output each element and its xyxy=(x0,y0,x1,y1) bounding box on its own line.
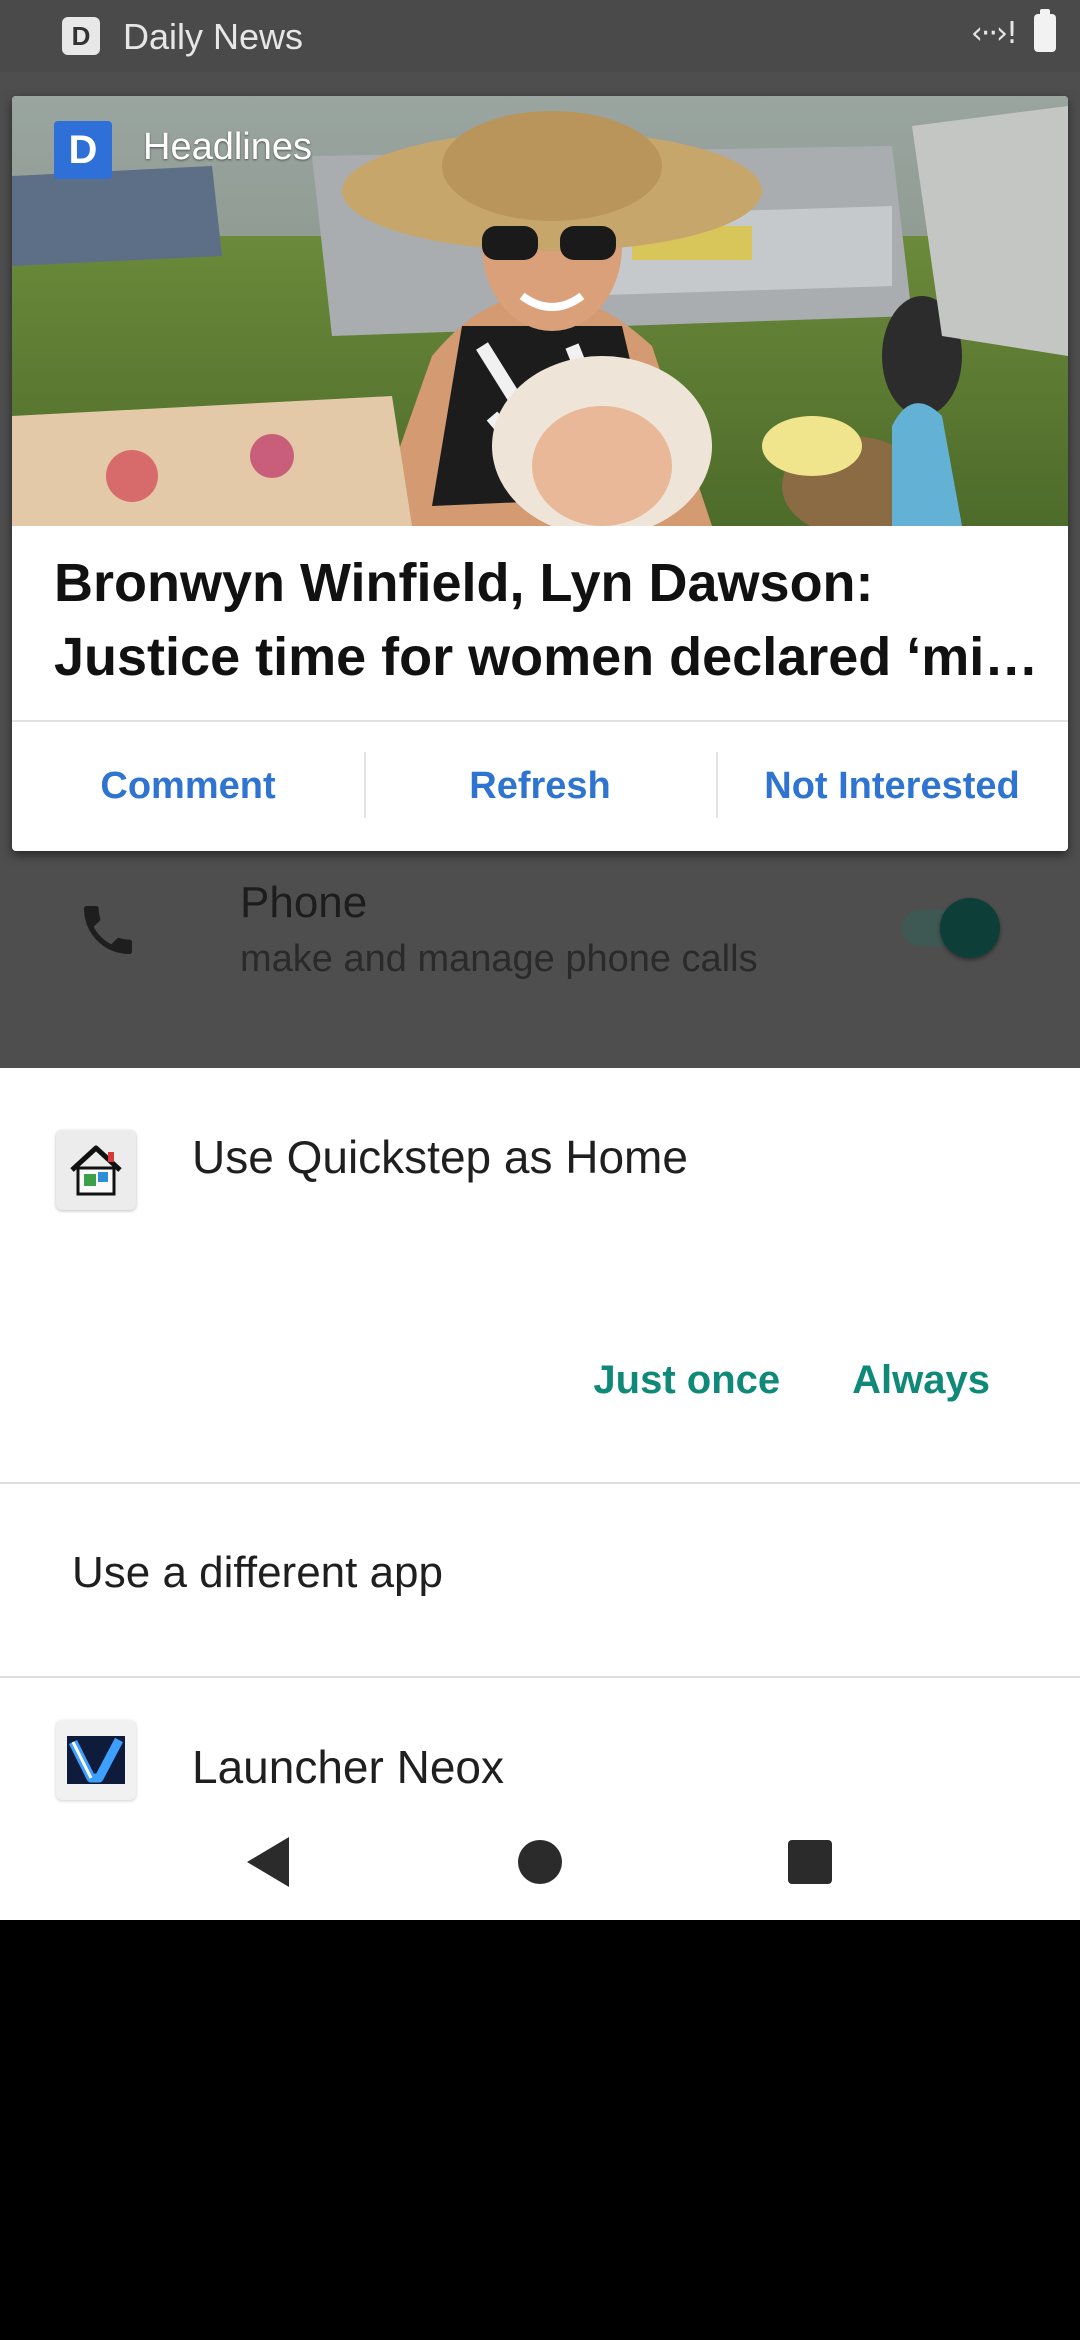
different-app-header: Use a different app xyxy=(72,1548,443,1597)
notification-headline[interactable]: Bronwyn Winfield, Lyn Dawson: Justice ti… xyxy=(54,546,1044,694)
notification-photo[interactable]: D Headlines xyxy=(12,96,1068,526)
app-option-launcher-neox[interactable]: Launcher Neox xyxy=(0,1672,1080,1804)
app-badge-letter: D xyxy=(68,127,98,172)
back-icon[interactable] xyxy=(228,1822,308,1902)
comment-button[interactable]: Comment xyxy=(12,722,364,851)
headline-line-2: Justice time for women declared ‘mi… xyxy=(54,627,1039,687)
just-once-button[interactable]: Just once xyxy=(593,1358,780,1403)
refresh-button[interactable]: Refresh xyxy=(364,722,716,851)
recents-icon[interactable] xyxy=(770,1822,850,1902)
notification-actions: Comment Refresh Not Interested xyxy=(12,722,1068,851)
status-bar: D Daily News ‹··›! xyxy=(0,0,1080,72)
navigation-bar xyxy=(0,1804,1080,1920)
data-activity-icon: ‹··›! xyxy=(970,15,1018,51)
chooser-buttons: Just once Always xyxy=(593,1358,990,1403)
notification-app-name: Headlines xyxy=(143,126,312,168)
phone-setting-title: Phone xyxy=(240,878,368,927)
home-app-chooser: Use Quickstep as Home Just once Always U… xyxy=(0,1068,1080,1920)
headlines-app-icon: D xyxy=(54,121,112,179)
launcher-neox-label: Launcher Neox xyxy=(192,1741,504,1793)
home-icon[interactable] xyxy=(500,1822,580,1902)
launcher-neox-icon xyxy=(56,1720,136,1800)
phone-icon xyxy=(84,906,132,954)
app-icon-letter: D xyxy=(71,20,91,51)
daily-news-app-icon: D xyxy=(62,17,100,55)
toggle-knob xyxy=(940,898,1000,958)
headline-notification[interactable]: D Headlines Bronwyn Winfield, Lyn Dawson… xyxy=(12,96,1068,851)
headline-line-1: Bronwyn Winfield, Lyn Dawson: xyxy=(54,553,874,613)
phone-toggle[interactable] xyxy=(902,898,1000,958)
not-interested-button[interactable]: Not Interested xyxy=(716,722,1068,851)
phone-setting-subtitle: make and manage phone calls xyxy=(240,938,758,980)
battery-icon xyxy=(1034,9,1056,52)
house-icon xyxy=(56,1130,136,1210)
status-app-name: Daily News xyxy=(123,16,304,57)
status-icons: ‹··›! xyxy=(970,9,1056,52)
phone-setting-row: Phone make and manage phone calls xyxy=(0,860,1080,1010)
chooser-title: Use Quickstep as Home xyxy=(192,1131,688,1183)
always-button[interactable]: Always xyxy=(852,1358,990,1403)
divider xyxy=(0,1482,1080,1484)
